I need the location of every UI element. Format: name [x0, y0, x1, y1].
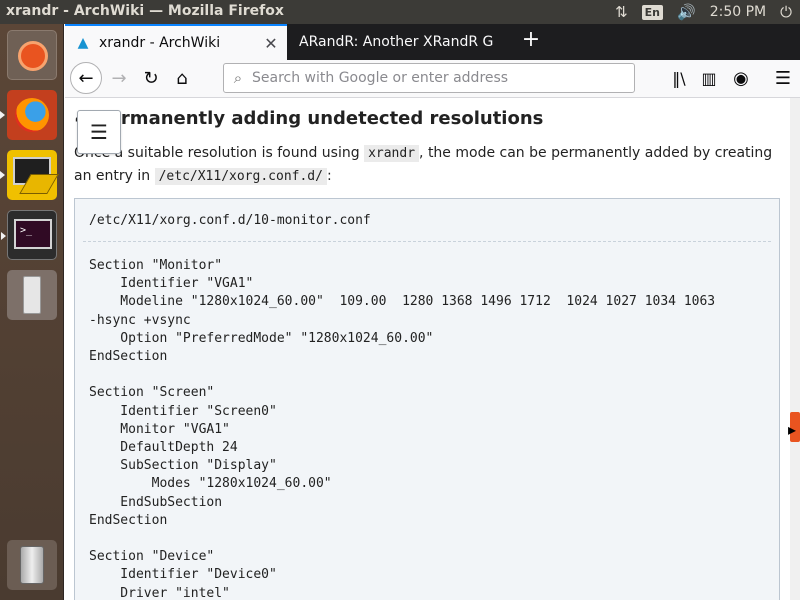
firefox-icon: [15, 98, 49, 132]
running-indicator: [0, 111, 5, 119]
window-title: xrandr - ArchWiki — Mozilla Firefox: [6, 3, 284, 19]
page-scrollbar[interactable]: [790, 98, 800, 600]
tab-label: xrandr - ArchWiki: [99, 35, 221, 51]
ubuntu-logo-icon: [18, 41, 48, 71]
menu-button[interactable]: ☰: [769, 64, 797, 92]
home-icon: ⌂: [176, 67, 188, 89]
close-tab-icon[interactable]: ✕: [261, 34, 281, 53]
sidebar-icon: ▥: [701, 68, 717, 88]
power-gear-icon[interactable]: ⏻: [780, 3, 792, 21]
running-indicator: [1, 232, 6, 240]
launcher: >_: [0, 24, 64, 600]
archlinux-favicon-icon: ▲: [77, 35, 89, 51]
forward-button[interactable]: →: [105, 64, 133, 92]
clock[interactable]: 2:50 PM: [710, 4, 766, 20]
search-icon: ⌕: [233, 69, 243, 87]
section-heading: 4Permanently adding undetected resolutio…: [75, 108, 543, 129]
usb-drive-launcher-button[interactable]: [7, 270, 57, 320]
usb-drive-icon: [23, 276, 41, 314]
inline-code: /etc/X11/xorg.conf.d/: [154, 168, 327, 185]
new-tab-button[interactable]: +: [519, 29, 543, 53]
back-button[interactable]: ←: [70, 62, 102, 94]
account-button[interactable]: ◉: [727, 64, 755, 92]
reload-icon: ↻: [143, 67, 159, 89]
keyboard-layout-indicator[interactable]: En: [641, 4, 664, 20]
tab-strip: ▲ xrandr - ArchWiki ✕ ARandR: Another XR…: [65, 24, 800, 60]
library-icon: ‖\: [672, 68, 686, 88]
volume-icon[interactable]: 🔊: [677, 3, 696, 21]
hamburger-menu-icon: ☰: [774, 67, 792, 89]
terminal-launcher-button[interactable]: >_: [1, 210, 57, 260]
code-filename: /etc/X11/xorg.conf.d/10-monitor.conf: [89, 213, 371, 228]
tab-xrandr[interactable]: ▲ xrandr - ArchWiki ✕: [65, 24, 287, 60]
mouse-cursor-icon: ▸: [788, 420, 797, 439]
tab-label: ARandR: Another XRandR G: [299, 34, 494, 50]
inline-code: xrandr: [364, 145, 420, 162]
running-indicator: [0, 171, 5, 179]
code-divider: [83, 241, 771, 242]
terminal-icon: >_: [14, 219, 52, 249]
system-tray: ⇅ En 🔊 2:50 PM ⏻: [615, 0, 792, 24]
ubuntu-dash-button[interactable]: [7, 30, 57, 80]
network-transfer-icon[interactable]: ⇅: [615, 3, 628, 21]
forward-arrow-icon: →: [111, 67, 127, 89]
trash-launcher-button[interactable]: [7, 540, 57, 590]
top-panel: xrandr - ArchWiki — Mozilla Firefox ⇅ En…: [0, 0, 800, 24]
section-title: Permanently adding undetected resolution…: [95, 108, 544, 129]
intro-text: :: [326, 168, 332, 184]
displays-launcher-button[interactable]: [0, 150, 59, 200]
account-icon: ◉: [733, 67, 749, 89]
reload-button[interactable]: ↻: [137, 64, 165, 92]
navigation-bar: ← → ↻ ⌂ ⌕ ‖\ ▥ ◉ ☰: [65, 60, 800, 98]
address-bar[interactable]: ⌕: [223, 63, 635, 93]
page-content: ☰ 4Permanently adding undetected resolut…: [65, 98, 790, 600]
back-arrow-icon: ←: [78, 67, 94, 89]
firefox-launcher-button[interactable]: [0, 90, 57, 140]
search-input[interactable]: [252, 70, 622, 86]
home-button[interactable]: ⌂: [168, 64, 196, 92]
intro-paragraph: Once a suitable resolution is found usin…: [74, 142, 784, 188]
library-button[interactable]: ‖\: [665, 64, 693, 92]
list-icon: ☰: [90, 120, 108, 144]
trash-icon: [20, 546, 44, 584]
table-of-contents-button[interactable]: ☰: [77, 110, 121, 154]
sidebar-button[interactable]: ▥: [695, 64, 723, 92]
code-block: /etc/X11/xorg.conf.d/10-monitor.conf Sec…: [74, 198, 780, 600]
tab-arandr[interactable]: ARandR: Another XRandR G: [287, 24, 502, 60]
code-content: Section "Monitor" Identifier "VGA1" Mode…: [89, 258, 716, 600]
